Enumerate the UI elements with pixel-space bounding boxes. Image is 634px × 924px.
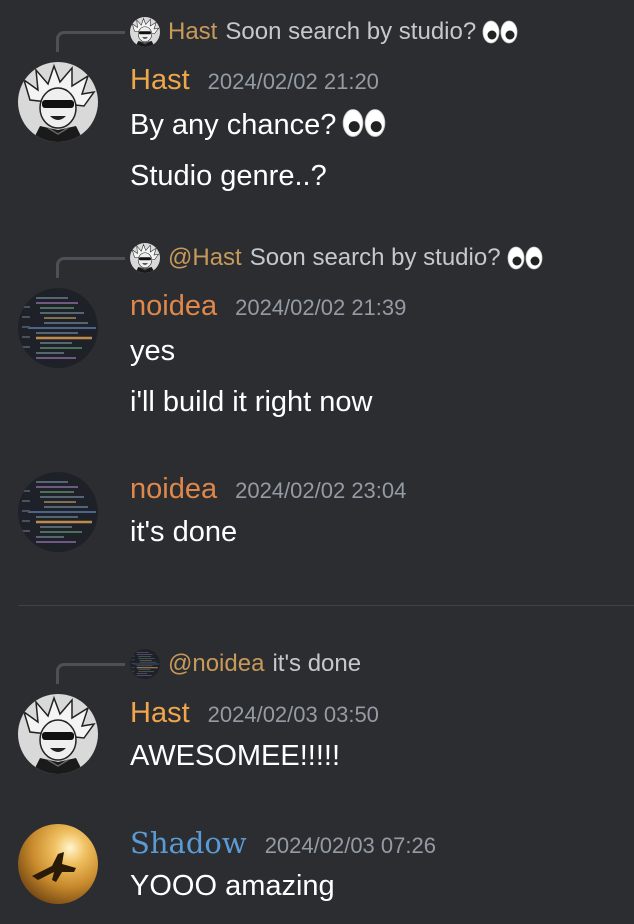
reply-avatar bbox=[130, 243, 160, 273]
reply-connector bbox=[56, 257, 125, 278]
reply-text: Soon search by studio? bbox=[249, 244, 501, 271]
reply-preview[interactable]: @noidea it's done bbox=[130, 649, 361, 679]
timestamp: 2024/02/02 23:04 bbox=[235, 478, 407, 503]
reply-avatar bbox=[130, 17, 160, 47]
message-header: Shadow 2024/02/03 07:26 bbox=[130, 826, 436, 860]
message-line: By any chance? bbox=[130, 106, 386, 144]
eyes-emoji-icon bbox=[482, 20, 518, 44]
message-header: Hast 2024/02/03 03:50 bbox=[130, 697, 379, 730]
message-text: By any chance? bbox=[130, 109, 337, 141]
avatar[interactable] bbox=[18, 62, 98, 142]
reply-author[interactable]: Hast bbox=[168, 18, 217, 46]
avatar[interactable] bbox=[18, 694, 98, 774]
username[interactable]: Hast bbox=[130, 697, 190, 730]
message-line: Studio genre..? bbox=[130, 160, 327, 192]
timestamp: 2024/02/02 21:20 bbox=[207, 69, 379, 94]
message-header: noidea 2024/02/02 23:04 bbox=[130, 473, 406, 506]
eyes-emoji-icon bbox=[342, 108, 386, 138]
username[interactable]: noidea bbox=[130, 473, 217, 506]
date-divider bbox=[18, 605, 634, 606]
avatar[interactable] bbox=[18, 472, 98, 552]
reply-connector bbox=[56, 663, 125, 684]
timestamp: 2024/02/03 07:26 bbox=[264, 833, 436, 858]
reply-connector bbox=[56, 31, 125, 52]
message-line: YOOO amazing bbox=[130, 870, 335, 902]
message-header: noidea 2024/02/02 21:39 bbox=[130, 290, 406, 323]
message-line: it's done bbox=[130, 516, 238, 548]
username[interactable]: Hast bbox=[130, 64, 190, 97]
message-line: i'll build it right now bbox=[130, 386, 373, 418]
timestamp: 2024/02/03 03:50 bbox=[207, 702, 379, 727]
avatar[interactable] bbox=[18, 288, 98, 368]
message-line: AWESOMEE!!!!! bbox=[130, 740, 341, 772]
reply-text: it's done bbox=[272, 650, 362, 677]
avatar[interactable] bbox=[18, 824, 98, 904]
reply-avatar bbox=[130, 649, 160, 679]
reply-author[interactable]: @Hast bbox=[168, 244, 242, 272]
reply-author[interactable]: @noidea bbox=[168, 650, 264, 678]
eyes-emoji-icon bbox=[507, 246, 543, 270]
message-header: Hast 2024/02/02 21:20 bbox=[130, 64, 379, 97]
reply-preview[interactable]: @Hast Soon search by studio? bbox=[130, 243, 543, 273]
username[interactable]: noidea bbox=[130, 290, 217, 323]
timestamp: 2024/02/02 21:39 bbox=[235, 295, 407, 320]
username[interactable]: Shadow bbox=[130, 826, 247, 860]
message-line: yes bbox=[130, 335, 176, 367]
reply-preview[interactable]: Hast Soon search by studio? bbox=[130, 17, 518, 47]
reply-text: Soon search by studio? bbox=[225, 18, 477, 45]
